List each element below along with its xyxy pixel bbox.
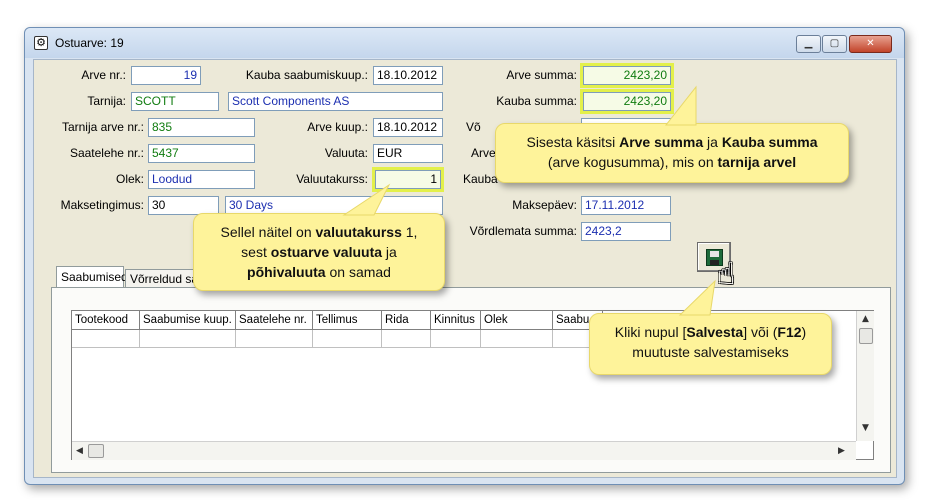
app-window: ⚙ Ostuarve: 19 ▁ ▢ ✕ Arve nr.: 19 Tarnij…: [24, 27, 905, 485]
valuuta-field[interactable]: EUR: [373, 144, 443, 163]
table-cell[interactable]: [140, 330, 236, 348]
arve-nr-field[interactable]: 19: [131, 66, 201, 85]
callout-rate-line3: põhivaluuta on samad: [247, 264, 391, 280]
maximize-icon: ▢: [829, 38, 840, 49]
arve-kuup-label: Arve kuup.:: [307, 120, 368, 134]
callout-save: Kliki nupul [Salvesta] või (F12) muutust…: [589, 279, 832, 375]
title-bar[interactable]: ⚙ Ostuarve: 19 ▁ ▢ ✕: [25, 28, 904, 58]
table-row[interactable]: [72, 330, 603, 348]
kauba-label-partial: Kauba: [463, 172, 498, 186]
arve-kuup-field[interactable]: 18.10.2012: [373, 118, 443, 137]
scroll-right-icon[interactable]: ▶: [838, 446, 845, 456]
col-olek[interactable]: Olek: [481, 311, 553, 330]
kauba-saabumiskuup-field[interactable]: 18.10.2012: [373, 66, 443, 85]
table-cell[interactable]: [72, 330, 140, 348]
olek-label: Olek:: [115, 172, 144, 186]
scroll-up-icon[interactable]: ▲: [862, 314, 869, 324]
window-title: Ostuarve: 19: [55, 36, 124, 50]
maksepaev-field[interactable]: 17.11.2012: [581, 196, 671, 215]
col-saabumise-kuup[interactable]: Saabumise kuup.: [140, 311, 236, 330]
callout-rate: Sellel näitel on valuutakurss 1, sest os…: [193, 183, 445, 291]
horizontal-scroll-thumb[interactable]: [88, 444, 104, 458]
callout-rate-line1: Sellel näitel on valuutakurss 1,: [220, 224, 418, 240]
callout-rate-tail: [342, 183, 391, 216]
arve-nr-label: Arve nr.:: [81, 68, 126, 82]
kauba-summa-field[interactable]: 2423,20: [583, 92, 671, 111]
col-rida[interactable]: Rida: [382, 311, 431, 330]
kauba-saabumiskuup-label: Kauba saabumiskuup.:: [245, 68, 368, 82]
vertical-scrollbar[interactable]: ▲ ▼: [856, 311, 874, 441]
table-cell[interactable]: [481, 330, 553, 348]
maximize-button[interactable]: ▢: [822, 35, 847, 53]
close-button[interactable]: ✕: [849, 35, 892, 53]
vordlemata-label-partial: Võ: [466, 120, 481, 134]
scroll-down-icon[interactable]: ▼: [862, 423, 869, 433]
grid-header: Tootekood Saabumise kuup. Saatelehe nr. …: [72, 311, 603, 330]
col-kinnitus[interactable]: Kinnitus: [431, 311, 481, 330]
maksetingimus-label: Maksetingimus:: [60, 198, 144, 212]
app-icon[interactable]: ⚙: [34, 36, 48, 50]
close-icon: ✕: [866, 38, 875, 49]
arve-summa-label: Arve summa:: [506, 68, 577, 82]
tarnija-arve-nr-field[interactable]: 835: [148, 118, 255, 137]
table-cell[interactable]: [236, 330, 313, 348]
tarnija-label: Tarnija:: [87, 94, 126, 108]
form-area: Arve nr.: 19 Tarnija: SCOTT Scott Compon…: [33, 59, 897, 478]
tarnija-code-field[interactable]: SCOTT: [131, 92, 219, 111]
col-tellimus[interactable]: Tellimus: [313, 311, 382, 330]
callout-sums: Sisesta käsitsi Arve summa ja Kauba summ…: [495, 85, 849, 183]
horizontal-scrollbar[interactable]: ◀ ▶: [72, 441, 856, 460]
vordlemata-summa-field[interactable]: 2423,2: [581, 222, 671, 241]
vertical-scroll-thumb[interactable]: [859, 328, 873, 344]
olek-field[interactable]: Loodud: [148, 170, 255, 189]
callout-sums-line2: (arve kogusumma), mis on tarnija arvel: [547, 154, 797, 170]
minimize-button[interactable]: ▁: [796, 35, 821, 53]
callout-sums-line1: Sisesta käsitsi Arve summa ja Kauba summ…: [526, 134, 818, 150]
saatelehe-nr-label: Saatelehe nr.:: [69, 146, 144, 160]
table-cell[interactable]: [313, 330, 382, 348]
minimize-icon: ▁: [804, 38, 813, 49]
col-saatelehe-nr[interactable]: Saatelehe nr.: [236, 311, 313, 330]
arve-summa-field[interactable]: 2423,20: [583, 66, 671, 85]
col-tootekood[interactable]: Tootekood: [72, 311, 140, 330]
vordlemata-summa-label: Võrdlemata summa:: [469, 224, 577, 238]
callout-save-line2: muutuste salvestamiseks: [632, 344, 789, 360]
tarnija-arve-nr-label: Tarnija arve nr.:: [61, 120, 144, 134]
table-cell[interactable]: [431, 330, 481, 348]
valuuta-label: Valuuta:: [324, 146, 368, 160]
kauba-summa-label: Kauba summa:: [496, 94, 577, 108]
callout-save-line1: Kliki nupul [Salvesta] või (F12): [614, 324, 807, 340]
callout-sums-tail: [664, 85, 697, 126]
tab-saabumised[interactable]: Saabumised: [56, 266, 128, 288]
arve-label-partial: Arve: [471, 146, 496, 160]
tarnija-name-field[interactable]: Scott Components AS: [228, 92, 443, 111]
maksepaev-label: Maksepäev:: [512, 198, 577, 212]
callout-rate-line2: sest ostuarve valuuta ja: [241, 244, 397, 260]
scroll-left-icon[interactable]: ◀: [76, 446, 83, 456]
table-cell[interactable]: [382, 330, 431, 348]
callout-save-tail: [678, 279, 716, 316]
saatelehe-nr-field[interactable]: 5437: [148, 144, 255, 163]
